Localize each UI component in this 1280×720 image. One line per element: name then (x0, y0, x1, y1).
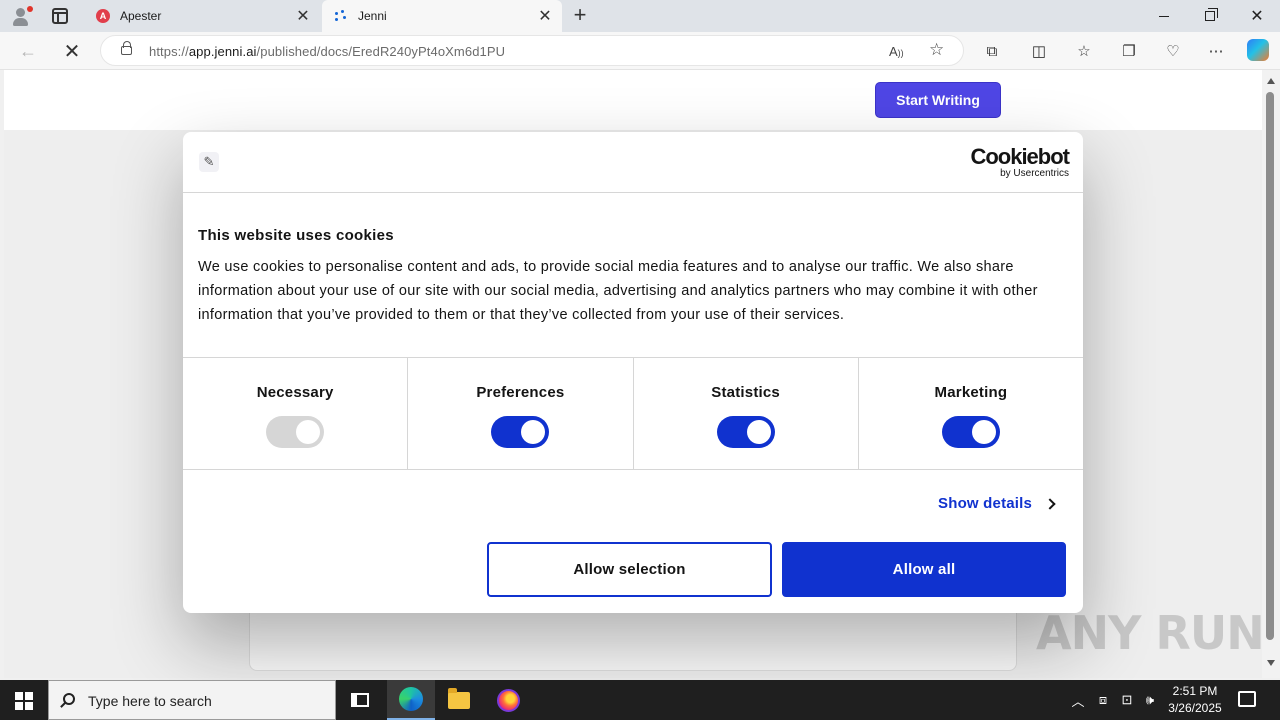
folder-icon (448, 687, 470, 709)
taskbar-edge[interactable] (387, 680, 435, 720)
windows-start-icon[interactable] (15, 692, 33, 710)
split-screen-icon[interactable]: ◫ (1027, 41, 1051, 61)
firefox-icon (496, 688, 520, 712)
network-icon[interactable]: ⊡ (1117, 680, 1137, 720)
browser-tab-strip: A Apester ✕ Jenni ✕ + ✕ (0, 0, 1280, 32)
browser-essentials-icon[interactable]: ♡ (1161, 41, 1185, 61)
tab-title: Jenni (358, 9, 387, 23)
start-writing-button[interactable]: Start Writing (875, 82, 1001, 118)
show-details-link[interactable]: Show details (938, 495, 1056, 512)
category-marketing: Marketing (859, 358, 1083, 469)
dialog-header: ✎ Cookiebot by Usercentrics (183, 132, 1083, 193)
collections-icon[interactable]: ❐ (1117, 41, 1141, 61)
site-logo-icon: ✎ (199, 152, 219, 172)
close-tab-icon[interactable]: ✕ (538, 6, 552, 26)
tab-apester[interactable]: A Apester ✕ (84, 0, 320, 32)
allow-selection-button[interactable]: Allow selection (487, 542, 772, 597)
new-tab-button[interactable]: + (569, 4, 591, 26)
back-button[interactable]: ← (14, 39, 42, 63)
close-window-button[interactable]: ✕ (1234, 0, 1280, 32)
show-hidden-icons-chevron-icon[interactable]: ︿ (1068, 680, 1088, 720)
statistics-toggle[interactable] (716, 416, 775, 448)
dialog-title: This website uses cookies (198, 227, 394, 244)
preferences-toggle[interactable] (491, 416, 550, 448)
read-aloud-icon[interactable]: A)) (889, 44, 904, 59)
restore-button[interactable] (1187, 0, 1233, 32)
category-statistics: Statistics (634, 358, 859, 469)
jenni-favicon-icon (334, 9, 348, 23)
taskbar-firefox[interactable] (484, 680, 532, 720)
scroll-thumb[interactable] (1266, 92, 1274, 640)
allow-all-button[interactable]: Allow all (782, 542, 1066, 597)
profile-icon[interactable] (10, 6, 33, 28)
copilot-icon[interactable] (1246, 39, 1270, 61)
edge-icon (399, 687, 423, 711)
taskbar-clock[interactable]: 2:51 PM 3/26/2025 (1160, 683, 1230, 717)
volume-icon[interactable]: 🕪 (1140, 680, 1160, 720)
taskbar-file-explorer[interactable] (435, 680, 483, 720)
marketing-toggle[interactable] (941, 416, 1000, 448)
cookiebot-logo: Cookiebot by Usercentrics (970, 144, 1070, 180)
windows-taskbar: Type here to search ︿ ⧈ ⊡ 🕪 2:51 PM 3/26… (0, 680, 1280, 720)
meet-now-icon[interactable]: ⧈ (1094, 680, 1112, 720)
category-preferences: Preferences (408, 358, 634, 469)
more-menu-icon[interactable]: ⋯ (1204, 41, 1228, 61)
tab-title: Apester (120, 9, 162, 23)
dialog-description: We use cookies to personalise content an… (198, 259, 1038, 323)
minimize-button[interactable] (1141, 0, 1187, 32)
stop-loading-button[interactable]: ✕ (58, 39, 86, 63)
apester-favicon-icon: A (96, 9, 110, 23)
page-scrollbar[interactable] (1262, 70, 1280, 678)
anyrun-watermark: ANY RUN (1036, 606, 1265, 660)
search-icon (63, 693, 75, 705)
lock-icon (121, 41, 132, 55)
tab-actions-icon[interactable] (52, 8, 68, 24)
favorite-star-icon[interactable]: ☆ (929, 40, 944, 60)
tab-jenni[interactable]: Jenni ✕ (322, 0, 562, 32)
task-view-button[interactable] (336, 680, 384, 720)
taskbar-search-box[interactable]: Type here to search (48, 680, 336, 720)
scroll-down-icon[interactable] (1267, 660, 1275, 666)
necessary-toggle (266, 416, 325, 448)
scroll-up-icon[interactable] (1267, 78, 1275, 84)
category-necessary: Necessary (183, 358, 409, 469)
favorites-icon[interactable]: ☆ (1072, 41, 1096, 61)
address-bar[interactable]: https://app.jenni.ai/published/docs/Ered… (100, 35, 964, 66)
cookie-consent-dialog: ✎ Cookiebot by Usercentrics This website… (183, 132, 1083, 613)
close-tab-icon[interactable]: ✕ (296, 6, 310, 26)
url-text: https://app.jenni.ai/published/docs/Ered… (149, 44, 506, 59)
chevron-right-icon (1044, 497, 1056, 510)
page-header: Start Writing (4, 70, 1262, 131)
notification-icon[interactable] (1238, 691, 1256, 707)
consent-categories: Necessary Preferences Statistics Marketi… (183, 357, 1083, 470)
task-view-icon (351, 693, 369, 707)
extensions-icon[interactable]: ⧉ (980, 41, 1004, 61)
